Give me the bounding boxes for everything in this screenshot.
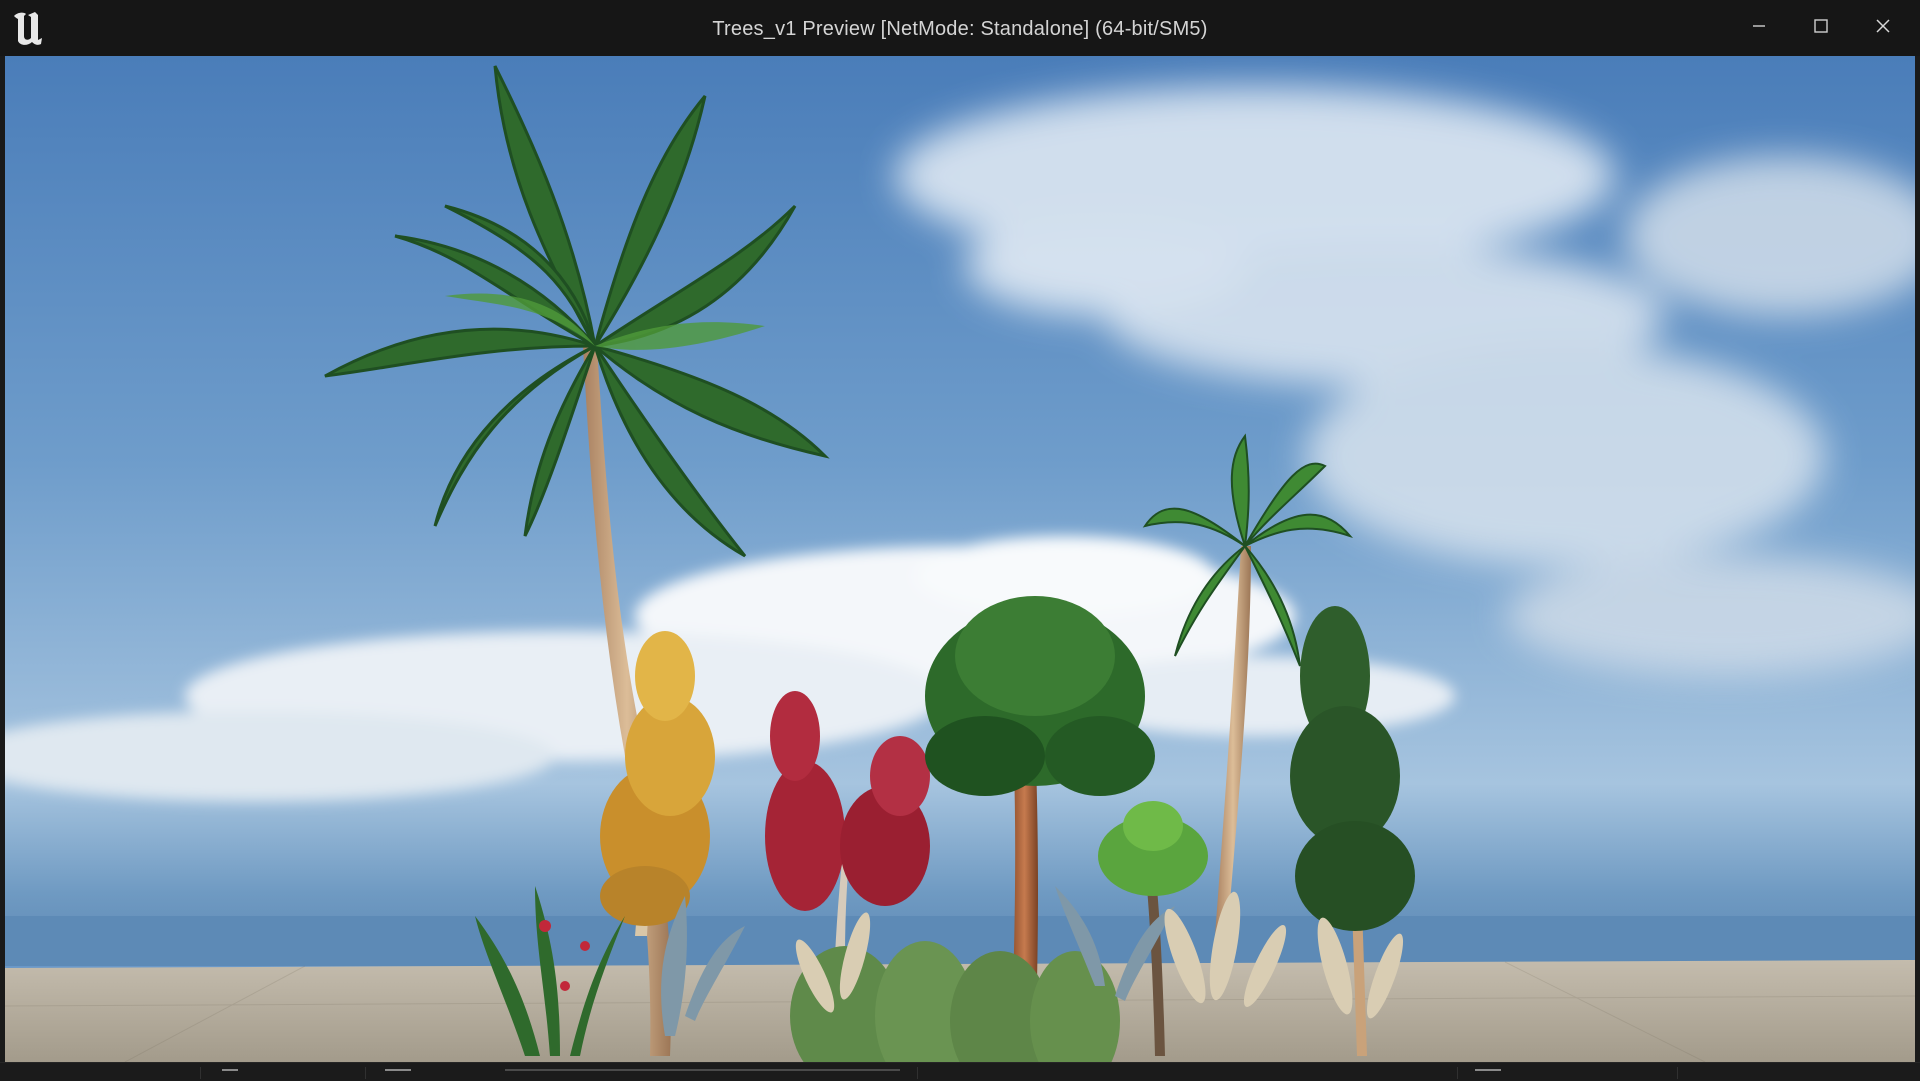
minimize-button[interactable] <box>1728 0 1790 56</box>
status-tick <box>385 1069 411 1071</box>
game-viewport[interactable] <box>5 56 1915 1062</box>
title-bar[interactable]: Trees_v1 Preview [NetMode: Standalone] (… <box>0 0 1920 56</box>
close-icon <box>1875 18 1891 39</box>
maximize-icon <box>1813 18 1829 39</box>
status-segment <box>917 1067 1458 1079</box>
status-tick <box>505 1069 900 1071</box>
bottom-strip <box>0 1062 1920 1081</box>
status-segment <box>0 1067 201 1079</box>
game-preview-window: Trees_v1 Preview [NetMode: Standalone] (… <box>0 0 1920 1081</box>
close-button[interactable] <box>1852 0 1914 56</box>
foreground-grass <box>790 941 1120 1062</box>
horizon-sea <box>5 916 1915 966</box>
maximize-button[interactable] <box>1790 0 1852 56</box>
window-title: Trees_v1 Preview [NetMode: Standalone] (… <box>712 18 1208 40</box>
status-tick <box>1475 1069 1501 1071</box>
minimize-icon <box>1751 18 1767 39</box>
status-tick <box>222 1069 238 1071</box>
